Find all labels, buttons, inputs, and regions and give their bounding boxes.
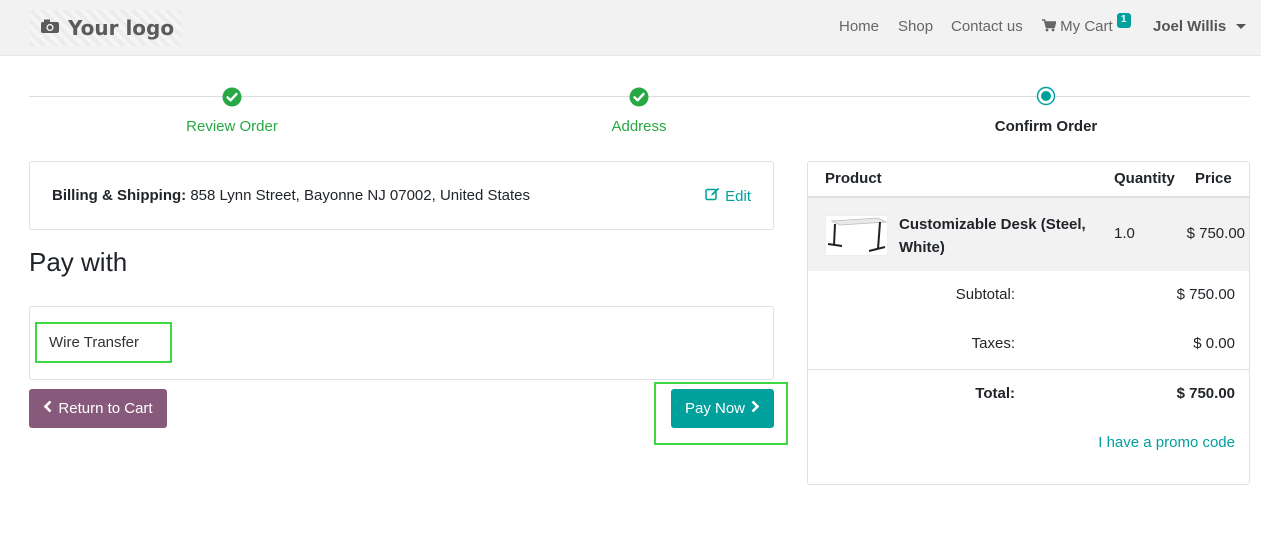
product-quantity: 1.0 — [1114, 225, 1135, 242]
cart-label: My Cart — [1060, 18, 1113, 35]
pay-now-button[interactable]: Pay Now — [671, 389, 774, 428]
pay-now-label: Pay Now — [684, 400, 746, 417]
site-logo[interactable]: Your logo — [30, 10, 182, 46]
camera-icon — [40, 18, 60, 38]
nav-shop-link[interactable]: Shop — [898, 18, 933, 35]
order-summary-card: Product Quantity Price Customizable Desk… — [807, 161, 1250, 485]
product-price: $ 750.00 — [1186, 225, 1245, 242]
logo-text: Your logo — [68, 16, 175, 40]
taxes-label: Taxes: — [971, 335, 1015, 352]
payment-option-wire-transfer[interactable]: Wire Transfer — [35, 322, 172, 363]
subtotal-label: Subtotal: — [955, 286, 1015, 303]
chevron-right-icon — [751, 400, 760, 417]
cart-count-badge: 1 — [1116, 13, 1131, 28]
product-name[interactable]: Customizable Desk (Steel, White) — [899, 213, 1099, 259]
pay-with-heading: Pay with — [29, 247, 128, 277]
total-divider — [808, 369, 1249, 370]
user-menu-dropdown[interactable]: Joel Willis — [1153, 18, 1247, 35]
payment-methods-card: Wire Transfer — [29, 306, 774, 380]
return-to-cart-button[interactable]: Return to Cart — [29, 389, 167, 428]
nav-home-link[interactable]: Home — [839, 18, 879, 35]
col-header-price: Price — [1195, 170, 1232, 187]
edit-address-link[interactable]: Edit — [705, 187, 751, 205]
billing-label: Billing & Shipping: — [52, 187, 187, 204]
check-circle-icon — [629, 87, 649, 107]
top-navbar: Your logo Home Shop Contact us My Cart 1 … — [0, 0, 1261, 56]
promo-code-link[interactable]: I have a promo code — [1098, 434, 1235, 451]
user-name: Joel Willis — [1153, 18, 1227, 35]
table-row: Customizable Desk (Steel, White) 1.0 $ 7… — [808, 198, 1249, 271]
taxes-value: $ 0.00 — [1193, 335, 1235, 352]
edit-label: Edit — [725, 187, 751, 205]
wizard-step-address[interactable]: Address — [611, 118, 666, 135]
return-to-cart-label: Return to Cart — [58, 400, 153, 417]
wizard-step-confirm-order: Confirm Order — [994, 118, 1098, 135]
current-step-dot-icon — [1036, 86, 1056, 106]
subtotal-value: $ 750.00 — [1176, 286, 1235, 303]
edit-icon — [705, 187, 720, 205]
nav-contact-link[interactable]: Contact us — [951, 18, 1023, 35]
shopping-cart-icon — [1042, 18, 1060, 35]
total-value: $ 750.00 — [1176, 385, 1235, 402]
col-header-quantity: Quantity — [1114, 170, 1175, 187]
caret-down-icon — [1236, 24, 1247, 29]
product-thumbnail[interactable] — [825, 215, 888, 256]
check-circle-icon — [222, 87, 242, 107]
total-label: Total: — [975, 385, 1015, 402]
wizard-step-review-order[interactable]: Review Order — [186, 118, 278, 135]
billing-shipping-card: Billing & Shipping: 858 Lynn Street, Bay… — [29, 161, 774, 230]
nav-cart-link[interactable]: My Cart 1 — [1042, 13, 1131, 37]
billing-address-value: 858 Lynn Street, Bayonne NJ 07002, Unite… — [190, 187, 530, 204]
col-header-product: Product — [825, 170, 882, 187]
billing-address: Billing & Shipping: 858 Lynn Street, Bay… — [52, 187, 530, 204]
chevron-left-icon — [43, 400, 52, 417]
